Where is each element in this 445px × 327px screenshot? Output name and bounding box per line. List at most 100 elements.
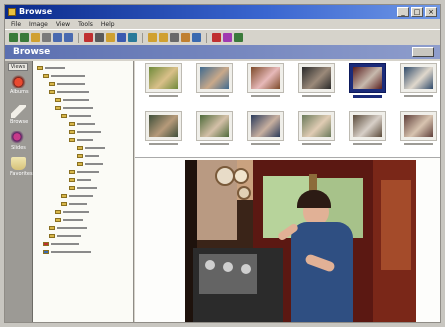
thumbnail-frame [298, 111, 335, 141]
thumbnail-caption [251, 143, 280, 145]
folder-tree-item[interactable] [49, 89, 89, 94]
menu-file[interactable]: File [11, 21, 21, 28]
back-icon[interactable] [9, 33, 18, 42]
zoom-icon[interactable] [212, 33, 221, 42]
toolbar-separator [142, 32, 143, 43]
cut-icon[interactable] [42, 33, 51, 42]
minimize-button[interactable]: _ [397, 7, 409, 17]
menu-help[interactable]: Help [101, 21, 115, 28]
folder-tree-item[interactable] [69, 121, 95, 126]
thumbnail[interactable] [400, 111, 437, 149]
menu-view[interactable]: View [56, 21, 70, 28]
folder-icon [49, 89, 55, 94]
thumbnail[interactable] [349, 63, 386, 101]
thumbnail[interactable] [247, 63, 284, 101]
quickbar-tab[interactable]: Views [8, 63, 28, 71]
folder-tree-item[interactable] [69, 185, 97, 190]
folder-tree-item[interactable] [69, 169, 99, 174]
search-icon[interactable] [117, 33, 126, 42]
folder-icon[interactable] [106, 33, 115, 42]
thumbnail[interactable] [145, 63, 182, 101]
browse-icon [11, 105, 26, 118]
menu-image[interactable]: Image [29, 21, 48, 28]
folder-icon [69, 177, 75, 182]
thumbnail[interactable] [349, 111, 386, 149]
thumbnail[interactable] [145, 111, 182, 149]
rotate-left-icon[interactable] [148, 33, 157, 42]
folder-name [57, 226, 87, 229]
folder-tree[interactable] [33, 61, 134, 322]
forward-icon[interactable] [20, 33, 29, 42]
photo-family-group [200, 115, 229, 137]
folder-tree-item[interactable] [43, 241, 79, 246]
thumbnail[interactable] [247, 111, 284, 149]
undo-icon[interactable] [95, 33, 104, 42]
photo-boy-field [404, 67, 433, 89]
photo-child-outdoor [200, 67, 229, 89]
header-options-button[interactable] [412, 47, 434, 57]
up-icon[interactable] [31, 33, 40, 42]
folder-tree-item[interactable] [55, 97, 89, 102]
folder-icon [43, 241, 49, 246]
thumbnail-caption [200, 95, 229, 97]
thumbnail-caption [404, 143, 433, 145]
crop-icon[interactable] [170, 33, 179, 42]
folder-name [85, 154, 99, 157]
folder-name [77, 170, 99, 173]
quickbar-browse-button[interactable]: Browse [10, 105, 28, 125]
photo-kids-yard [149, 115, 178, 137]
quickbar-slides-button[interactable]: Slides [10, 131, 27, 151]
folder-tree-item[interactable] [43, 249, 91, 254]
photo-child-portrait [404, 115, 433, 137]
folder-tree-item[interactable] [55, 217, 83, 222]
folder-tree-item[interactable] [69, 177, 91, 182]
thumbnail-caption [404, 95, 433, 97]
window-title: Browse [19, 7, 53, 16]
preview-pane [135, 158, 440, 322]
thumbnail-caption [149, 143, 178, 145]
folder-tree-item[interactable] [37, 65, 65, 70]
thumbnail[interactable] [400, 63, 437, 101]
folder-tree-item[interactable] [69, 137, 93, 142]
quickbar-slides-label: Slides [11, 145, 26, 151]
help-icon[interactable] [234, 33, 243, 42]
folder-tree-item[interactable] [61, 113, 91, 118]
folder-tree-item[interactable] [61, 193, 93, 198]
folder-tree-item[interactable] [69, 129, 101, 134]
copy-icon[interactable] [53, 33, 62, 42]
print-icon[interactable] [181, 33, 190, 42]
quickbar-albums-label: Albums [10, 89, 29, 95]
close-button[interactable]: × [425, 7, 437, 17]
folder-tree-item[interactable] [49, 233, 81, 238]
delete-icon[interactable] [84, 33, 93, 42]
folder-icon [77, 145, 83, 150]
folder-tree-item[interactable] [55, 209, 89, 214]
folder-icon [69, 121, 75, 126]
folder-tree-item[interactable] [77, 161, 103, 166]
settings-icon[interactable] [223, 33, 232, 42]
folder-tree-item[interactable] [55, 105, 93, 110]
menu-tools[interactable]: Tools [78, 21, 93, 28]
view-icon[interactable] [128, 33, 137, 42]
quickbar-albums-button[interactable]: Albums [10, 75, 29, 95]
email-icon[interactable] [192, 33, 201, 42]
quickbar-favorites-button[interactable]: Favorites [10, 157, 33, 177]
thumbnail[interactable] [298, 111, 335, 149]
folder-name [77, 186, 97, 189]
paste-icon[interactable] [64, 33, 73, 42]
folder-tree-item[interactable] [49, 81, 85, 86]
title-bar: Browse _ □ × [5, 5, 440, 19]
folder-tree-item[interactable] [77, 153, 99, 158]
thumbnail-caption [200, 143, 229, 145]
folder-tree-item[interactable] [43, 73, 85, 78]
thumbnail[interactable] [196, 111, 233, 149]
thumbnail[interactable] [196, 63, 233, 101]
thumbnail[interactable] [298, 63, 335, 101]
folder-tree-item[interactable] [49, 225, 87, 230]
folder-name [85, 162, 103, 165]
folder-tree-item[interactable] [61, 201, 87, 206]
thumbnail-caption [251, 95, 280, 97]
folder-tree-item[interactable] [77, 145, 105, 150]
rotate-right-icon[interactable] [159, 33, 168, 42]
maximize-button[interactable]: □ [411, 7, 423, 17]
